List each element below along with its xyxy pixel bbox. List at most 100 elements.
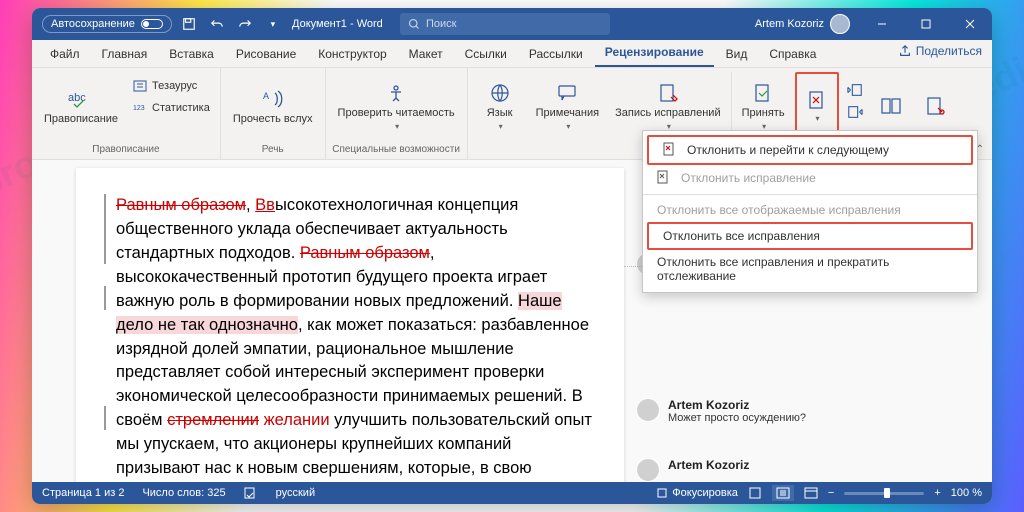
user-name: Artem Kozoriz [755,18,824,30]
check-accessibility-button[interactable]: Проверить читаемость▾ [332,72,461,140]
reject-shown: Отклонить все отображаемые исправления [643,198,977,222]
accept-label: Принять [742,107,785,120]
prev-icon [847,82,863,98]
tab-references[interactable]: Ссылки [455,42,517,67]
zoom-in-button[interactable]: + [934,487,940,499]
search-placeholder: Поиск [426,18,456,30]
share-button[interactable]: Поделиться [898,44,982,58]
change-bar [104,286,106,310]
zoom-slider[interactable] [844,492,924,495]
focus-label: Фокусировка [672,487,738,499]
track-label: Запись исправлений [615,107,720,120]
group-speech: A Прочесть вслух Речь [221,68,326,159]
comment-author: Artem Kozoriz [668,458,749,472]
thesaurus-label: Тезаурус [152,80,197,92]
change-bar [104,406,106,430]
tab-mail[interactable]: Рассылки [519,42,593,67]
comment-icon [553,81,581,105]
group-speech-label: Речь [262,142,284,157]
view-web-icon[interactable] [804,487,818,499]
status-spellcheck-icon[interactable] [244,487,258,499]
view-print-icon[interactable] [748,487,762,499]
page[interactable]: Равным образом, Ввысокотехнологичная кон… [76,168,624,482]
comments-label: Примечания [536,107,600,120]
maximize-button[interactable] [904,8,948,40]
status-page[interactable]: Страница 1 из 2 [42,487,124,499]
tab-design[interactable]: Конструктор [308,42,396,67]
prev-change-button[interactable] [843,80,867,100]
comment-author: Artem Kozoriz [668,398,806,412]
group-accessibility: Проверить читаемость▾ Специальные возмож… [326,68,468,159]
language-label: Язык [487,107,513,120]
tab-layout[interactable]: Макет [399,42,453,67]
reject-all-stop-label: Отклонить все исправления и прекратить о… [657,255,963,283]
avatar [830,14,850,34]
tab-insert[interactable]: Вставка [159,42,224,67]
comment-item[interactable]: Artem Kozoriz [632,452,892,482]
ribbon-tabs: Файл Главная Вставка Рисование Конструкт… [32,40,992,68]
tab-review[interactable]: Рецензирование [595,40,714,67]
tab-draw[interactable]: Рисование [226,42,306,67]
ribbon: abc Правописание Тезаурус 123Статистика … [32,68,992,160]
autosave-toggle[interactable]: Автосохранение [42,15,172,33]
zoom-out-button[interactable]: − [828,487,834,499]
track-icon [654,81,682,105]
inserted-text: Вв [255,196,275,214]
search-icon [408,18,420,30]
status-language[interactable]: русский [276,487,315,499]
minimize-button[interactable] [860,8,904,40]
read-aloud-button[interactable]: A Прочесть вслух [227,72,319,140]
compare-icon [877,94,905,118]
deleted-text: стремлении [167,411,259,429]
share-label: Поделиться [916,44,982,58]
reject-and-next[interactable]: Отклонить и перейти к следующему [647,135,973,165]
document-title: Документ1 - Word [292,18,383,30]
deleted-text: Равным образом [116,196,246,214]
statistics-button[interactable]: 123Статистика [128,98,214,118]
avatar [636,458,660,482]
tab-help[interactable]: Справка [759,42,826,67]
comment-item[interactable]: Artem KozorizМожет просто осуждению? [632,392,892,430]
titlebar: Автосохранение ▾ Документ1 - Word Поиск … [32,8,992,40]
group-proofing: abc Правописание Тезаурус 123Статистика … [32,68,221,159]
redo-icon[interactable] [234,13,256,35]
close-button[interactable] [948,8,992,40]
stats-label: Статистика [152,102,210,114]
zoom-level[interactable]: 100 % [951,487,982,499]
group-accessibility-label: Специальные возможности [332,142,460,157]
change-bar [104,194,106,264]
check-accessibility-label: Проверить читаемость [338,107,455,120]
paragraph: Равным образом, Ввысокотехнологичная кон… [116,194,596,482]
undo-icon[interactable] [206,13,228,35]
next-change-button[interactable] [843,102,867,122]
tab-home[interactable]: Главная [92,42,158,67]
thesaurus-icon [132,78,148,94]
search-box[interactable]: Поиск [400,13,610,35]
reject-all-stop[interactable]: Отклонить все исправления и прекратить о… [643,250,977,288]
protect-icon [921,94,949,118]
qat-dropdown-icon[interactable]: ▾ [262,13,284,35]
user-account[interactable]: Artem Kozoriz [745,14,860,34]
reject-change: Отклонить исправление [643,165,977,191]
spelling-button[interactable]: abc Правописание [38,72,124,140]
reject-all-label: Отклонить все исправления [663,229,820,243]
status-word-count[interactable]: Число слов: 325 [142,487,225,499]
language-button[interactable]: Язык▾ [474,72,526,140]
tab-file[interactable]: Файл [40,42,90,67]
read-aloud-label: Прочесть вслух [233,113,313,126]
reject-dropdown: Отклонить и перейти к следующему Отклони… [642,130,978,293]
inserted-text: желании [259,411,330,429]
comments-button[interactable]: Примечания▾ [530,72,606,140]
reject-change-icon [657,170,673,186]
accept-icon [749,81,777,105]
focus-mode-button[interactable]: Фокусировка [656,487,738,499]
share-icon [898,44,912,58]
svg-text:A: A [263,91,269,101]
save-icon[interactable] [178,13,200,35]
thesaurus-button[interactable]: Тезаурус [128,76,214,96]
view-read-icon[interactable] [772,485,794,501]
reject-all[interactable]: Отклонить все исправления [647,222,973,250]
reject-change-label: Отклонить исправление [681,171,816,185]
tab-view[interactable]: Вид [716,42,758,67]
spelling-icon: abc [67,87,95,111]
